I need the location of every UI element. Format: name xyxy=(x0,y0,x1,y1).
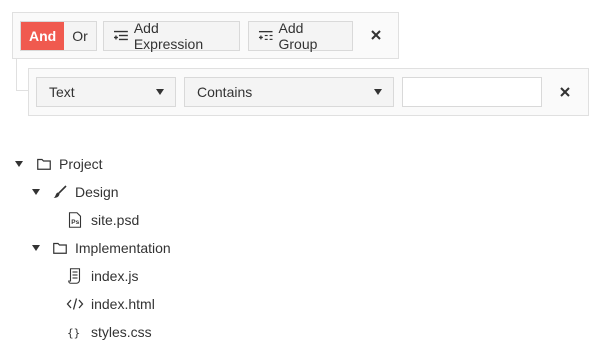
chevron-down-icon xyxy=(374,89,382,95)
expand-arrow-icon[interactable] xyxy=(15,161,23,167)
tree-item-styles-css[interactable]: {} styles.css xyxy=(67,321,152,343)
psd-file-icon: Ps xyxy=(67,212,83,228)
expand-arrow-icon[interactable] xyxy=(32,189,40,195)
add-expression-icon xyxy=(113,30,128,41)
tree-item-index-html[interactable]: index.html xyxy=(66,293,155,315)
operator-select-value: Contains xyxy=(197,84,253,100)
tree-item-label: Project xyxy=(59,156,103,172)
add-expression-label: Add Expression xyxy=(133,20,204,52)
css-braces-icon: {} xyxy=(67,324,83,340)
folder-icon xyxy=(36,156,52,172)
html-code-icon xyxy=(66,296,84,312)
svg-text:Ps: Ps xyxy=(71,219,79,226)
tree-item-implementation[interactable]: Implementation xyxy=(32,237,171,259)
or-operator-button[interactable]: Or xyxy=(64,22,96,50)
operator-select[interactable]: Contains xyxy=(184,77,394,107)
remove-expression-close-icon[interactable] xyxy=(558,85,572,99)
add-expression-button[interactable]: Add Expression xyxy=(103,20,240,52)
tree-item-site-psd[interactable]: Ps site.psd xyxy=(67,209,139,231)
tree-item-label: site.psd xyxy=(91,212,140,228)
svg-text:{}: {} xyxy=(67,327,80,340)
tree-item-label: Implementation xyxy=(75,240,171,256)
tree-item-label: index.html xyxy=(91,296,155,312)
expand-arrow-icon[interactable] xyxy=(32,245,40,251)
group-connector-line xyxy=(16,90,28,91)
and-operator-button[interactable]: And xyxy=(21,22,65,50)
tree-item-label: styles.css xyxy=(91,324,152,340)
folder-icon xyxy=(52,240,68,256)
add-group-button[interactable]: Add Group xyxy=(248,20,353,52)
chevron-down-icon xyxy=(156,89,164,95)
tree-item-design[interactable]: Design xyxy=(32,181,119,203)
brush-icon xyxy=(52,184,68,200)
field-select[interactable]: Text xyxy=(36,77,176,107)
tree-item-index-js[interactable]: index.js xyxy=(67,265,138,287)
tree-item-label: index.js xyxy=(91,268,139,284)
tree-item-label: Design xyxy=(75,184,119,200)
script-file-icon xyxy=(67,268,83,284)
add-group-label: Add Group xyxy=(278,20,318,52)
remove-group-close-icon[interactable] xyxy=(369,28,383,42)
field-select-value: Text xyxy=(49,84,75,100)
value-input[interactable] xyxy=(402,77,542,107)
tree-item-project[interactable]: Project xyxy=(15,153,103,175)
logic-operator-toggle: And Or xyxy=(20,21,97,51)
group-connector-line xyxy=(16,59,17,91)
add-group-icon xyxy=(258,30,273,40)
